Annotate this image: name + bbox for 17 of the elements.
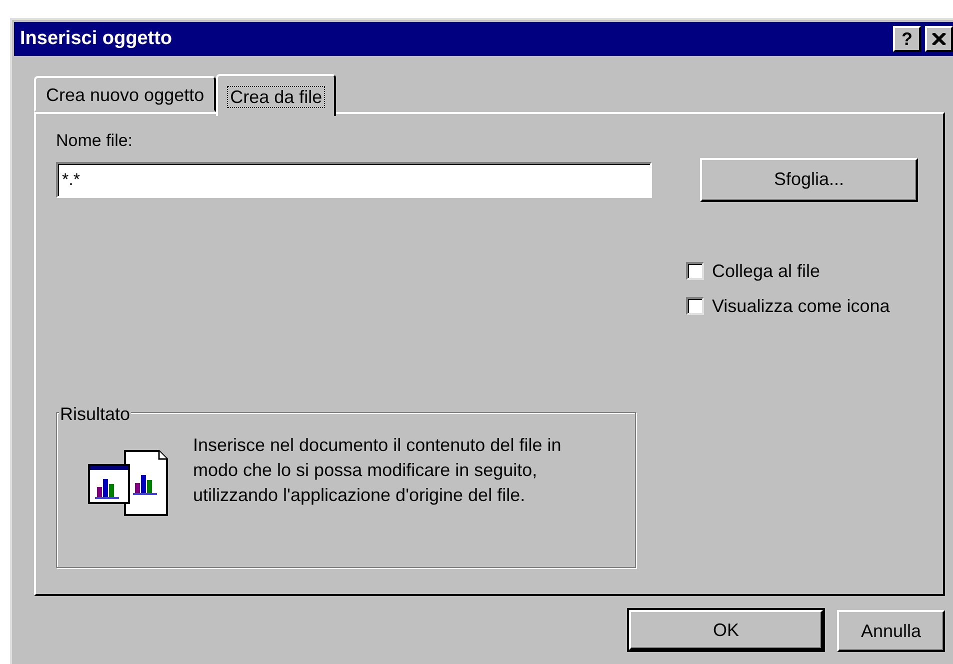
dialog-button[interactable]: Annulla xyxy=(837,610,945,652)
browse-button[interactable]: Sfoglia... xyxy=(700,158,918,202)
file-name-field[interactable]: *.* xyxy=(56,162,652,198)
checkbox-label: Collega al file xyxy=(712,260,820,283)
close-icon xyxy=(932,33,946,45)
description-text: Inserisce nel documento il contenuto del file in modo che lo si possa modificare in seguito, utilizzando l'applicazione d'origine del file. xyxy=(193,434,562,507)
dialog-button[interactable]: OK xyxy=(629,610,823,650)
checkbox-label: Visualizza come icona xyxy=(712,294,890,318)
tab[interactable]: Crea nuovo oggetto xyxy=(34,76,216,112)
tab[interactable]: Crea da file xyxy=(216,74,336,116)
field-label: Nome file: xyxy=(56,130,134,152)
chart-documents-icon xyxy=(87,448,171,516)
checkbox[interactable] xyxy=(686,297,704,315)
window-title: Inserisci oggetto xyxy=(20,26,174,51)
help-button[interactable]: ? xyxy=(893,26,921,52)
close-button[interactable] xyxy=(925,26,953,52)
checkbox[interactable] xyxy=(686,262,704,280)
